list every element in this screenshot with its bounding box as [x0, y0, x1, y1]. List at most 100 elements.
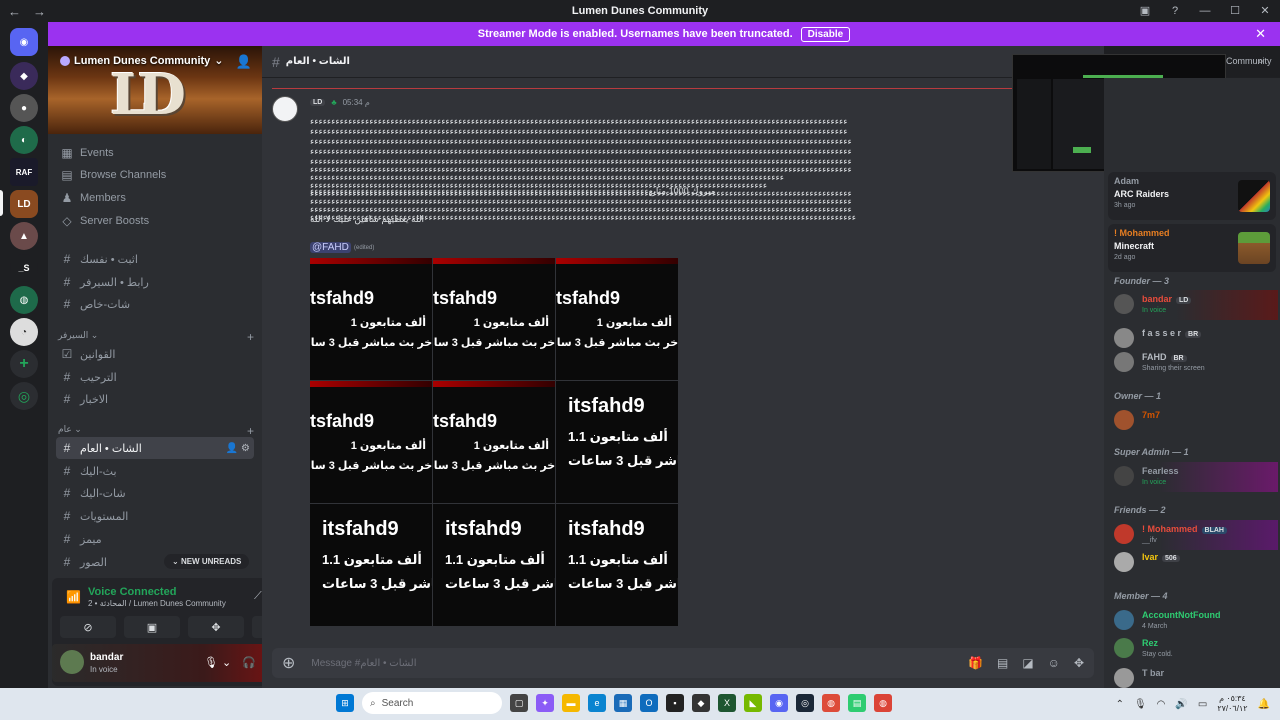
disable-button[interactable]: Disable: [800, 26, 851, 42]
sticker-icon[interactable]: ◪: [1022, 656, 1033, 670]
activity-card[interactable]: Adam ARC Raiders 3h ago: [1108, 172, 1276, 220]
image-attachment[interactable]: itsfahd9 ألف متابعون 1.1 باشر قبل 3 ساعا…: [310, 504, 432, 626]
server-icon-6[interactable]: _S: [10, 254, 38, 282]
screen-share-icon[interactable]: ▣: [124, 616, 180, 638]
outlook-icon[interactable]: O: [640, 694, 658, 712]
app-icon-cube[interactable]: ◆: [692, 694, 710, 712]
sidebar-item-events[interactable]: ▦ Events: [56, 142, 254, 164]
back-button[interactable]: ←: [8, 4, 21, 19]
image-attachment[interactable]: tsfahd9 ألف متابعون 1 آخر بث مباشر قبل 3…: [310, 258, 432, 380]
emoji-icon[interactable]: ☺: [1048, 656, 1060, 670]
discord-home-icon[interactable]: ◉: [10, 28, 38, 56]
image-attachment[interactable]: tsfahd9 ألف متابعون 1 آخر بث مباشر قبل 3…: [433, 381, 555, 503]
server-icon-4[interactable]: RAF: [10, 158, 38, 186]
server-icon-1[interactable]: ◆: [10, 62, 38, 90]
wifi-icon[interactable]: ◠: [1157, 699, 1166, 710]
battery-icon[interactable]: ▭: [1198, 699, 1207, 710]
taskbar-search[interactable]: ⌕ Search: [362, 692, 502, 714]
notification-icon[interactable]: 🔔: [1258, 699, 1270, 710]
category-general[interactable]: عام ⌄ +: [58, 424, 254, 438]
image-attachment[interactable]: itsfahd9 ألف متابعون 1.1 باشر قبل 3 ساعا…: [433, 504, 555, 626]
file-explorer-icon[interactable]: ▬: [562, 694, 580, 712]
member-item[interactable]: bandar LD In voice: [1108, 290, 1278, 320]
app-icon-green[interactable]: ▤: [848, 694, 866, 712]
server-icon-7[interactable]: ◍: [10, 286, 38, 314]
channel-item[interactable]: # الترحيب: [56, 366, 254, 388]
image-attachment[interactable]: tsfahd9 ألف متابعون 1 آخر بث مباشر قبل 3…: [556, 258, 678, 380]
store-icon[interactable]: ▦: [614, 694, 632, 712]
user-name[interactable]: bandar: [90, 652, 123, 663]
channel-item[interactable]: # شات-خاص: [56, 293, 254, 315]
camera-off-icon[interactable]: ⊘: [60, 616, 116, 638]
explore-icon[interactable]: ◎: [10, 382, 38, 410]
sidebar-item-server-boosts[interactable]: ◇ Server Boosts: [56, 210, 254, 232]
add-channel-icon[interactable]: +: [247, 330, 254, 344]
task-view-icon[interactable]: ▢: [510, 694, 528, 712]
excel-icon[interactable]: X: [718, 694, 736, 712]
steam-icon[interactable]: ◎: [796, 694, 814, 712]
sidebar-item-members[interactable]: ♟ Members: [56, 187, 254, 209]
discord-icon[interactable]: ◉: [770, 694, 788, 712]
close-window-button[interactable]: ✕: [1250, 0, 1280, 22]
app-icon-ctrl[interactable]: ▪: [666, 694, 684, 712]
server-banner[interactable]: LD Lumen Dunes Community ⌄ 👤: [48, 46, 262, 134]
channel-item[interactable]: # رابط • السيرفر: [56, 271, 254, 293]
activity-card[interactable]: ! Mohammed Minecraft 2d ago: [1108, 224, 1276, 272]
avatar[interactable]: [272, 96, 298, 122]
image-attachment[interactable]: tsfahd9 ألف متابعون 1 آخر بث مباشر قبل 3…: [310, 381, 432, 503]
member-item[interactable]: Rez Stay cold.: [1108, 634, 1278, 664]
channel-item[interactable]: # شات-اليك: [56, 482, 254, 504]
help-icon[interactable]: ?: [1160, 0, 1190, 22]
signal-icon[interactable]: 📶: [66, 590, 81, 604]
gif-icon[interactable]: ▤: [997, 656, 1008, 670]
message-input[interactable]: Message #الشات • العام: [311, 658, 416, 669]
search-icon[interactable]: ⌕: [1258, 56, 1264, 67]
channel-item[interactable]: # اثبت • نفسك: [56, 248, 254, 270]
image-attachment[interactable]: itsfahd9 ألف متابعون 1.1 باشر قبل 3 ساعا…: [556, 504, 678, 626]
member-item[interactable]: Ivar 506: [1108, 548, 1278, 578]
new-unreads-button[interactable]: ⌄ NEW UNREADS: [164, 554, 250, 569]
forward-button[interactable]: →: [33, 4, 46, 19]
invite-icon[interactable]: 👤: [236, 54, 252, 70]
server-icon-3[interactable]: ◐: [10, 126, 38, 154]
avatar[interactable]: [60, 650, 84, 674]
channel-item[interactable]: # المستويات: [56, 505, 254, 527]
gift-icon[interactable]: 🎁: [968, 656, 983, 670]
channel-item[interactable]: # الاخبار: [56, 388, 254, 410]
activity-icon[interactable]: ✥: [188, 616, 244, 638]
server-name[interactable]: Lumen Dunes Community ⌄: [60, 54, 224, 67]
server-icon-5[interactable]: ▲: [10, 222, 38, 250]
image-attachment[interactable]: tsfahd9 ألف متابعون 1 آخر بث مباشر قبل 3…: [433, 258, 555, 380]
member-item[interactable]: ! Mohammed BLAH __ifv: [1108, 520, 1278, 550]
minimize-button[interactable]: —: [1190, 0, 1220, 22]
edge-icon[interactable]: e: [588, 694, 606, 712]
mic-icon[interactable]: 🎙: [1134, 699, 1147, 710]
member-item[interactable]: FAHD BR Sharing their screen: [1108, 348, 1278, 378]
server-icon-8[interactable]: ◔: [10, 318, 38, 346]
server-icon-2[interactable]: ●: [10, 94, 38, 122]
noise-suppression-icon[interactable]: ⟋: [254, 590, 262, 603]
headphones-icon[interactable]: 🎧: [242, 656, 256, 669]
category-server[interactable]: السيرفر ⌄ +: [58, 330, 254, 344]
nvidia-icon[interactable]: ◣: [744, 694, 762, 712]
add-attachment-icon[interactable]: ⊕: [282, 653, 295, 673]
channel-item-active[interactable]: # الشات • العام 👤 ⚙: [56, 437, 254, 459]
add-server-icon[interactable]: +: [10, 350, 38, 378]
volume-icon[interactable]: 🔊: [1175, 699, 1187, 710]
member-item[interactable]: AccountNotFound 4 March: [1108, 606, 1278, 636]
maximize-button[interactable]: ☐: [1220, 0, 1250, 22]
channel-item[interactable]: # ميمز: [56, 528, 254, 550]
channel-settings-icon[interactable]: 👤 ⚙: [226, 443, 250, 454]
clock[interactable]: ٠٥:٣٤ م ٢٧/٠٦/١٢: [1217, 694, 1247, 714]
guild-tag[interactable]: LD: [310, 99, 326, 106]
windows-start-icon[interactable]: ⊞: [336, 694, 354, 712]
chevron-down-icon[interactable]: ⌄: [222, 656, 231, 669]
image-attachment[interactable]: itsfahd9 ألف متابعون 1.1 باشر قبل 3 ساعا…: [556, 381, 678, 503]
member-item[interactable]: Fearless In voice: [1108, 462, 1278, 492]
channel-item[interactable]: # بث-اليك: [56, 460, 254, 482]
microphone-icon[interactable]: 🎙: [204, 656, 218, 669]
chrome-icon[interactable]: ◍: [822, 694, 840, 712]
inbox-icon[interactable]: ▣: [1130, 0, 1160, 22]
sidebar-item-browse-channels[interactable]: ▤ Browse Channels: [56, 164, 254, 186]
chrome-icon-2[interactable]: ◍: [874, 694, 892, 712]
